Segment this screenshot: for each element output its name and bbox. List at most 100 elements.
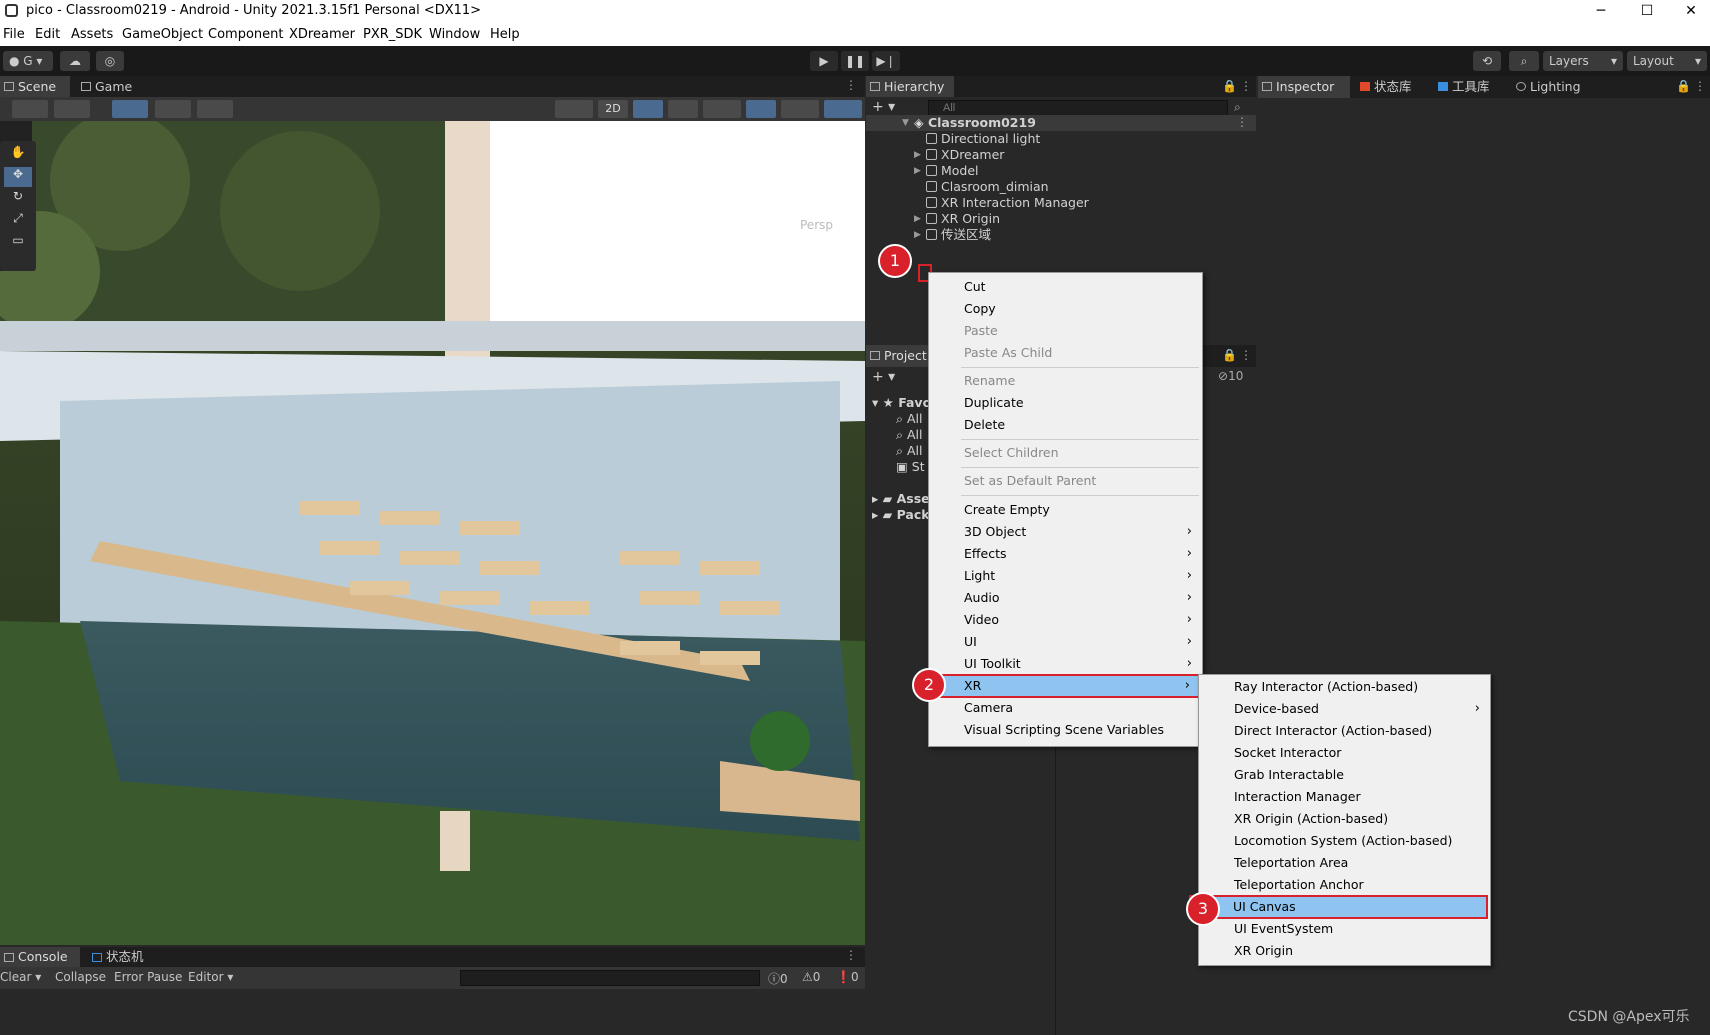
favorite-item[interactable]: ⌕ All bbox=[896, 427, 922, 443]
clear-button[interactable]: Clear ▾ bbox=[0, 970, 41, 984]
add-dropdown[interactable]: + ▾ bbox=[872, 99, 895, 115]
tab-hierarchy[interactable]: Hierarchy bbox=[866, 76, 954, 98]
maximize-button[interactable]: ☐ bbox=[1624, 0, 1670, 22]
menu-item-interaction-manager[interactable]: Interaction Manager bbox=[1199, 787, 1361, 807]
hierarchy-item[interactable]: Clasroom_dimian bbox=[926, 179, 1049, 195]
menu-item-ui[interactable]: UI › bbox=[929, 632, 1202, 652]
rotate-tool-icon[interactable]: ↻ bbox=[4, 189, 32, 209]
menu-item-duplicate[interactable]: Duplicate bbox=[929, 393, 1024, 413]
assets-folder[interactable]: ▸ ▰ Asse bbox=[872, 491, 930, 507]
search-scene-icon[interactable]: ⌕ bbox=[1234, 100, 1241, 115]
favorite-item[interactable]: ⌕ All bbox=[896, 443, 922, 459]
hierarchy-item[interactable]: Directional light bbox=[926, 131, 1040, 147]
menu-edit[interactable]: Edit bbox=[35, 27, 60, 42]
lock-icon[interactable]: 🔒 bbox=[1222, 79, 1237, 93]
tab-console[interactable]: Console bbox=[0, 947, 80, 967]
menu-item-camera[interactable]: Camera bbox=[929, 698, 1013, 718]
more-icon[interactable]: ⋮ bbox=[1240, 79, 1252, 93]
history-icon[interactable]: ⟲ bbox=[1473, 51, 1501, 71]
tab-lighting[interactable]: Lighting bbox=[1512, 76, 1592, 98]
error-count-toggle[interactable]: ❗0 bbox=[836, 970, 859, 984]
hierarchy-item[interactable]: 传送区域 bbox=[926, 227, 991, 243]
expand-arrow-icon[interactable]: ▶ bbox=[914, 214, 921, 224]
scene-root-row[interactable]: ▼ ◈ Classroom0219 ⋮ bbox=[866, 115, 1256, 131]
move-tool-icon[interactable]: ✥ bbox=[4, 167, 32, 187]
menu-item-socket-interactor[interactable]: Socket Interactor bbox=[1199, 743, 1341, 763]
tab-state-machine[interactable]: 状态机 bbox=[88, 947, 158, 967]
expand-arrow-icon[interactable]: ▶ bbox=[914, 150, 921, 160]
collapse-button[interactable]: Collapse bbox=[55, 970, 106, 984]
layers-dropdown[interactable]: Layers ▾ bbox=[1543, 51, 1623, 71]
rect-tool-icon[interactable]: ▭ bbox=[4, 233, 32, 253]
hierarchy-item[interactable]: XR Interaction Manager bbox=[926, 195, 1089, 211]
hand-tool-icon[interactable]: ✋ bbox=[4, 145, 32, 165]
more-icon[interactable]: ⋮ bbox=[845, 948, 857, 962]
add-dropdown[interactable]: + ▾ bbox=[872, 369, 895, 385]
hierarchy-item[interactable]: XDreamer bbox=[926, 147, 1004, 163]
menu-item-xr-origin[interactable]: XR Origin bbox=[1199, 941, 1293, 961]
menu-component[interactable]: Component bbox=[208, 27, 283, 42]
menu-item-teleportation-area[interactable]: Teleportation Area bbox=[1199, 853, 1348, 873]
menu-gameobject[interactable]: GameObject bbox=[122, 27, 203, 42]
menu-item-ui-eventsystem[interactable]: UI EventSystem bbox=[1199, 919, 1333, 939]
menu-pxr-sdk[interactable]: PXR_SDK bbox=[363, 27, 422, 42]
menu-item-effects[interactable]: Effects › bbox=[929, 544, 1202, 564]
play-button[interactable]: ▶ bbox=[810, 51, 838, 71]
favorite-item[interactable]: ⌕ All bbox=[896, 411, 922, 427]
menu-item-device-based[interactable]: Device-based › bbox=[1199, 699, 1490, 719]
lock-icon[interactable]: 🔒 bbox=[1222, 348, 1237, 362]
console-search-input[interactable] bbox=[460, 970, 760, 986]
step-button[interactable]: ▶❘ bbox=[872, 51, 900, 71]
menu-item-video[interactable]: Video › bbox=[929, 610, 1202, 630]
tab-scene[interactable]: Scene bbox=[0, 76, 70, 98]
hidden-packages-toggle[interactable]: ⊘10 bbox=[1218, 369, 1243, 383]
more-icon[interactable]: ⋮ bbox=[1694, 79, 1706, 93]
menu-assets[interactable]: Assets bbox=[71, 27, 113, 42]
menu-window[interactable]: Window bbox=[429, 27, 480, 42]
close-button[interactable]: ✕ bbox=[1668, 0, 1710, 22]
account-dropdown[interactable]: ● G ▾ bbox=[3, 51, 53, 71]
expand-arrow-icon[interactable]: ▶ bbox=[914, 230, 921, 240]
menu-file[interactable]: File bbox=[3, 27, 25, 42]
scene-view[interactable]: Persp ✋ ✥ ↻ ⤢ ▭ bbox=[0, 121, 865, 945]
packages-folder[interactable]: ▸ ▰ Pack bbox=[872, 507, 930, 523]
expand-arrow-icon[interactable]: ▼ bbox=[902, 118, 909, 128]
lighting-toggle[interactable] bbox=[633, 100, 663, 118]
snap-increment[interactable] bbox=[155, 100, 191, 118]
shading-dropdown[interactable] bbox=[555, 100, 593, 118]
menu-item-direct-interactor[interactable]: Direct Interactor (Action-based) bbox=[1199, 721, 1432, 741]
pause-button[interactable]: ❚❚ bbox=[841, 51, 869, 71]
search-icon[interactable]: ⌕ bbox=[1509, 51, 1539, 71]
effects-dropdown[interactable] bbox=[703, 100, 741, 118]
audio-toggle[interactable] bbox=[668, 100, 698, 118]
tab-game[interactable]: Game bbox=[77, 76, 147, 98]
draw-mode-dropdown[interactable] bbox=[12, 100, 48, 118]
favorite-item[interactable]: ▣ St bbox=[896, 459, 925, 475]
warning-count-toggle[interactable]: ⚠0 bbox=[802, 970, 820, 984]
tab-tool-library[interactable]: 工具库 bbox=[1434, 76, 1504, 98]
menu-help[interactable]: Help bbox=[490, 27, 520, 42]
expand-arrow-icon[interactable]: ▶ bbox=[914, 166, 921, 176]
log-count-toggle[interactable]: ⓘ0 bbox=[768, 970, 788, 987]
visibility-toggle[interactable] bbox=[746, 100, 776, 118]
grid-snap-toggle[interactable] bbox=[112, 100, 148, 118]
tab-state-library[interactable]: 状态库 bbox=[1356, 76, 1426, 98]
error-pause-button[interactable]: Error Pause bbox=[114, 970, 182, 984]
menu-item-ui-toolkit[interactable]: UI Toolkit › bbox=[929, 654, 1202, 674]
menu-item-visual-scripting-scene-variables[interactable]: Visual Scripting Scene Variables bbox=[929, 720, 1164, 740]
menu-item-3d-object[interactable]: 3D Object › bbox=[929, 522, 1202, 542]
hierarchy-search-input[interactable] bbox=[928, 100, 1228, 116]
menu-item-xr-origin-action-based[interactable]: XR Origin (Action-based) bbox=[1199, 809, 1388, 829]
tab-inspector[interactable]: Inspector bbox=[1258, 76, 1350, 98]
toggle-2d-button[interactable]: 2D bbox=[598, 100, 628, 118]
menu-item-ui-canvas[interactable]: UI Canvas bbox=[1189, 895, 1488, 919]
menu-item-cut[interactable]: Cut bbox=[929, 277, 986, 297]
editor-dropdown[interactable]: Editor ▾ bbox=[188, 970, 233, 984]
menu-item-grab-interactable[interactable]: Grab Interactable bbox=[1199, 765, 1344, 785]
more-icon[interactable]: ⋮ bbox=[845, 78, 857, 92]
collab-icon[interactable]: ◎ bbox=[96, 51, 124, 71]
grid-dropdown[interactable] bbox=[197, 100, 233, 118]
cloud-icon[interactable]: ☁ bbox=[60, 51, 90, 71]
camera-dropdown[interactable] bbox=[781, 100, 819, 118]
menu-item-teleportation-anchor[interactable]: Teleportation Anchor bbox=[1199, 875, 1364, 895]
